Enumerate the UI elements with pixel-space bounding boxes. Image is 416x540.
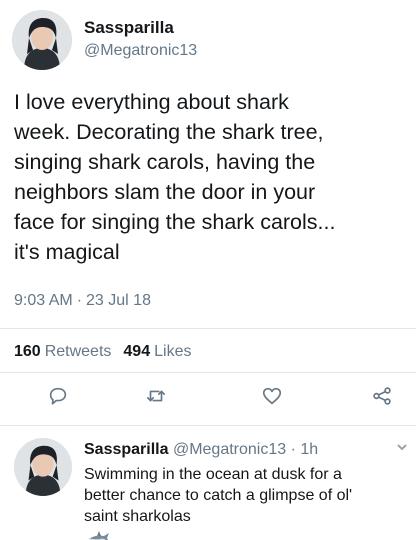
reply-text-line: saint sharkolas [84, 506, 410, 540]
avatar-image [12, 10, 72, 70]
tweet-text: I love everything about shark week. Deco… [14, 87, 410, 267]
reply-tweet[interactable]: Sassparilla @Megatronic13 · 1h Swimming … [0, 426, 416, 540]
tweet-actions [0, 382, 416, 414]
tweet-text-line: singing shark carols, having the [14, 150, 316, 174]
retweet-icon [146, 390, 166, 402]
reply-text-line: Swimming in the ocean at dusk for a [84, 466, 342, 483]
more-options-button[interactable] [396, 440, 408, 452]
reply-author-handle[interactable]: @Megatronic13 [173, 441, 286, 458]
reply-author-name[interactable]: Sassparilla [84, 441, 169, 458]
share-button[interactable] [368, 382, 396, 410]
retweets-stat[interactable]: 160 Retweets [14, 343, 111, 360]
reply-time[interactable]: 1h [300, 441, 318, 458]
tweet-text-line: I love everything about shark [14, 90, 289, 114]
reply-separator: · [290, 441, 296, 458]
retweet-button[interactable] [142, 382, 170, 410]
tweet-date: 23 Jul 18 [86, 292, 151, 309]
likes-count: 494 [123, 343, 151, 360]
tweet-text-line: week. Decorating the shark tree, [14, 120, 324, 144]
retweets-label: Retweets [44, 343, 112, 360]
reply-header: Sassparilla @Megatronic13 · 1h [84, 441, 318, 459]
divider [0, 328, 416, 329]
shark-emoji-icon [89, 531, 109, 540]
avatar-image [14, 438, 72, 496]
meta-separator: · [76, 292, 83, 309]
reply-button[interactable] [44, 382, 72, 410]
avatar[interactable] [12, 10, 72, 70]
reply-text-fragment: saint sharkolas [84, 508, 191, 525]
author-name[interactable]: Sassparilla [84, 18, 174, 38]
reply-text-line: better chance to catch a glimpse of ol' [84, 487, 353, 504]
author-handle[interactable]: @Megatronic13 [84, 42, 197, 60]
avatar[interactable] [14, 438, 72, 496]
likes-stat[interactable]: 494 Likes [123, 343, 191, 360]
chevron-down-icon [397, 444, 407, 451]
tweet-text-line: neighbors slam the door in your [14, 180, 316, 204]
retweets-count: 160 [14, 343, 41, 360]
like-button[interactable] [258, 382, 286, 410]
reply-text: Swimming in the ocean at dusk for a bett… [84, 464, 410, 540]
divider [0, 372, 416, 373]
tweet-text-line: it's magical [14, 240, 120, 264]
reply-icon [49, 387, 67, 405]
likes-label: Likes [154, 343, 192, 360]
tweet-timestamp[interactable]: 9:03 AM · 23 Jul 18 [14, 292, 151, 310]
share-icon [373, 387, 391, 405]
tweet-stats: 160 Retweets 494 Likes [14, 343, 191, 361]
main-tweet: Sassparilla @Megatronic13 I love everyth… [0, 0, 416, 425]
like-icon [262, 387, 282, 405]
tweet-text-line: face for singing the shark carols... [14, 210, 336, 234]
tweet-time: 9:03 AM [14, 292, 73, 309]
